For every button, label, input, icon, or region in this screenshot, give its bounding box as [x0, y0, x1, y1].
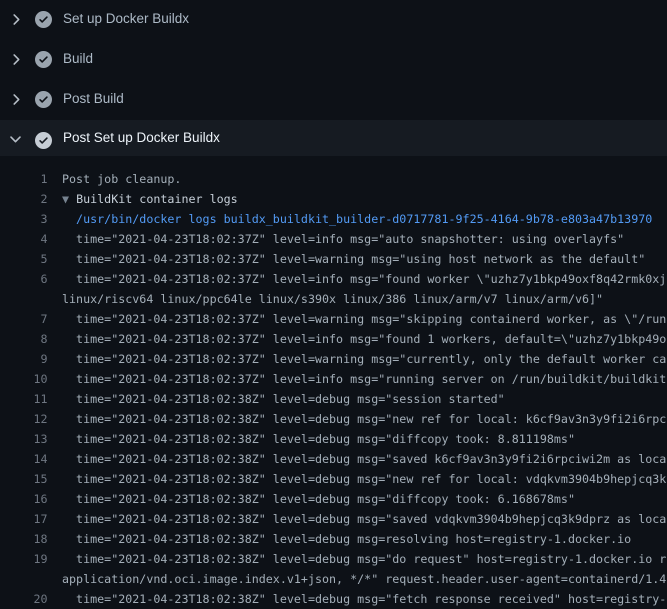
- log-line-text: /usr/bin/docker logs buildx_buildkit_bui…: [62, 209, 652, 229]
- log-line-6: 6 time="2021-04-23T18:02:37Z" level=info…: [0, 269, 667, 289]
- log-line-20: 20 time="2021-04-23T18:02:38Z" level=deb…: [0, 589, 667, 609]
- log-line-text: time="2021-04-23T18:02:38Z" level=debug …: [62, 529, 631, 549]
- log-line-2: 2 ▼ BuildKit container logs: [0, 189, 667, 209]
- log-group-toggle[interactable]: ▼ BuildKit container logs: [62, 189, 238, 209]
- log-line-text: time="2021-04-23T18:02:38Z" level=debug …: [62, 489, 575, 509]
- log-line-number[interactable]: 1: [0, 169, 48, 189]
- log-line-number[interactable]: 3: [0, 209, 48, 229]
- log-line-number[interactable]: 5: [0, 249, 48, 269]
- log-line-text: Post job cleanup.: [62, 169, 181, 189]
- chevron-down-icon[interactable]: [7, 131, 24, 148]
- log-line-14: 14 time="2021-04-23T18:02:38Z" level=deb…: [0, 449, 667, 469]
- step-label: Post Build: [63, 80, 124, 118]
- log-line-19-wrap: application/vnd.oci.image.index.v1+json,…: [0, 569, 667, 589]
- log-line-number[interactable]: 19: [0, 549, 48, 569]
- log-line-number[interactable]: 9: [0, 349, 48, 369]
- log-line-text: application/vnd.oci.image.index.v1+json,…: [62, 569, 667, 589]
- log-line-10: 10 time="2021-04-23T18:02:37Z" level=inf…: [0, 369, 667, 389]
- log-line-text: time="2021-04-23T18:02:37Z" level=info m…: [62, 229, 624, 249]
- log-line-number[interactable]: 17: [0, 509, 48, 529]
- log-line-number[interactable]: 6: [0, 269, 48, 289]
- log-line-number[interactable]: 11: [0, 389, 48, 409]
- log-line-text: time="2021-04-23T18:02:37Z" level=warnin…: [62, 349, 667, 369]
- log-line-number[interactable]: 10: [0, 369, 48, 389]
- log-line-4: 4 time="2021-04-23T18:02:37Z" level=info…: [0, 229, 667, 249]
- log-line-11: 11 time="2021-04-23T18:02:38Z" level=deb…: [0, 389, 667, 409]
- log-line-12: 12 time="2021-04-23T18:02:38Z" level=deb…: [0, 409, 667, 429]
- log-line-text: time="2021-04-23T18:02:38Z" level=debug …: [62, 469, 667, 489]
- log-line-text: time="2021-04-23T18:02:38Z" level=debug …: [62, 429, 575, 449]
- log-line-6-wrap: linux/riscv64 linux/ppc64le linux/s390x …: [0, 289, 667, 309]
- log-line-1: 1 Post job cleanup.: [0, 169, 667, 189]
- step-set-up-docker-buildx[interactable]: Set up Docker Buildx: [0, 0, 667, 40]
- log-line-text: time="2021-04-23T18:02:38Z" level=debug …: [62, 549, 667, 569]
- log-line-19: 19 time="2021-04-23T18:02:38Z" level=deb…: [0, 549, 667, 569]
- log-line-number[interactable]: 14: [0, 449, 48, 469]
- log-line-text: time="2021-04-23T18:02:37Z" level=warnin…: [62, 309, 667, 329]
- log-line-text: time="2021-04-23T18:02:38Z" level=debug …: [62, 389, 505, 409]
- log-line-number[interactable]: 8: [0, 329, 48, 349]
- log-line-text: time="2021-04-23T18:02:37Z" level=info m…: [62, 269, 667, 289]
- chevron-right-icon[interactable]: [7, 51, 24, 68]
- log-line-number[interactable]: 12: [0, 409, 48, 429]
- log-line-number[interactable]: 20: [0, 589, 48, 609]
- log-line-number[interactable]: 4: [0, 229, 48, 249]
- log-line-text: linux/riscv64 linux/ppc64le linux/s390x …: [62, 289, 603, 309]
- check-circle-icon: [35, 132, 52, 149]
- log-line-text: time="2021-04-23T18:02:38Z" level=debug …: [62, 409, 667, 429]
- log-line-5: 5 time="2021-04-23T18:02:37Z" level=warn…: [0, 249, 667, 269]
- log-line-3: 3 /usr/bin/docker logs buildx_buildkit_b…: [0, 209, 667, 229]
- log-line-16: 16 time="2021-04-23T18:02:38Z" level=deb…: [0, 489, 667, 509]
- log-line-number[interactable]: 2: [0, 189, 48, 209]
- check-circle-icon: [35, 51, 52, 68]
- log-pane: 1 Post job cleanup. 2 ▼ BuildKit container …: [0, 160, 667, 609]
- log-line-8: 8 time="2021-04-23T18:02:37Z" level=info…: [0, 329, 667, 349]
- group-expanded-marker: ▼: [62, 192, 76, 206]
- log-line-text: time="2021-04-23T18:02:38Z" level=debug …: [62, 509, 667, 529]
- log-line-number[interactable]: 7: [0, 309, 48, 329]
- step-post-build[interactable]: Post Build: [0, 80, 667, 120]
- log-line-text: time="2021-04-23T18:02:38Z" level=debug …: [62, 589, 667, 609]
- actions-log-viewer: { "app": "GitHub Actions job log viewer …: [0, 0, 667, 600]
- log-line-number[interactable]: 16: [0, 489, 48, 509]
- log-line-15: 15 time="2021-04-23T18:02:38Z" level=deb…: [0, 469, 667, 489]
- log-line-text: time="2021-04-23T18:02:38Z" level=debug …: [62, 449, 667, 469]
- log-line-number[interactable]: 15: [0, 469, 48, 489]
- step-post-set-up-docker-buildx[interactable]: Post Set up Docker Buildx: [0, 120, 667, 156]
- check-circle-icon: [35, 11, 52, 28]
- step-label: Set up Docker Buildx: [63, 0, 189, 38]
- log-line-18: 18 time="2021-04-23T18:02:38Z" level=deb…: [0, 529, 667, 549]
- check-circle-icon: [35, 91, 52, 108]
- log-line-17: 17 time="2021-04-23T18:02:38Z" level=deb…: [0, 509, 667, 529]
- log-line-number[interactable]: 13: [0, 429, 48, 449]
- log-line-13: 13 time="2021-04-23T18:02:38Z" level=deb…: [0, 429, 667, 449]
- step-list: Set up Docker Buildx Build Post Build Po…: [0, 0, 667, 160]
- step-label: Build: [63, 40, 93, 78]
- log-line-number[interactable]: 18: [0, 529, 48, 549]
- log-line-7: 7 time="2021-04-23T18:02:37Z" level=warn…: [0, 309, 667, 329]
- log-line-text: time="2021-04-23T18:02:37Z" level=warnin…: [62, 249, 645, 269]
- chevron-right-icon[interactable]: [7, 11, 24, 28]
- chevron-right-icon[interactable]: [7, 91, 24, 108]
- log-line-text: time="2021-04-23T18:02:37Z" level=info m…: [62, 329, 667, 349]
- step-label: Post Set up Docker Buildx: [63, 120, 220, 156]
- log-line-9: 9 time="2021-04-23T18:02:37Z" level=warn…: [0, 349, 667, 369]
- log-line-text: time="2021-04-23T18:02:37Z" level=info m…: [62, 369, 667, 389]
- step-build[interactable]: Build: [0, 40, 667, 80]
